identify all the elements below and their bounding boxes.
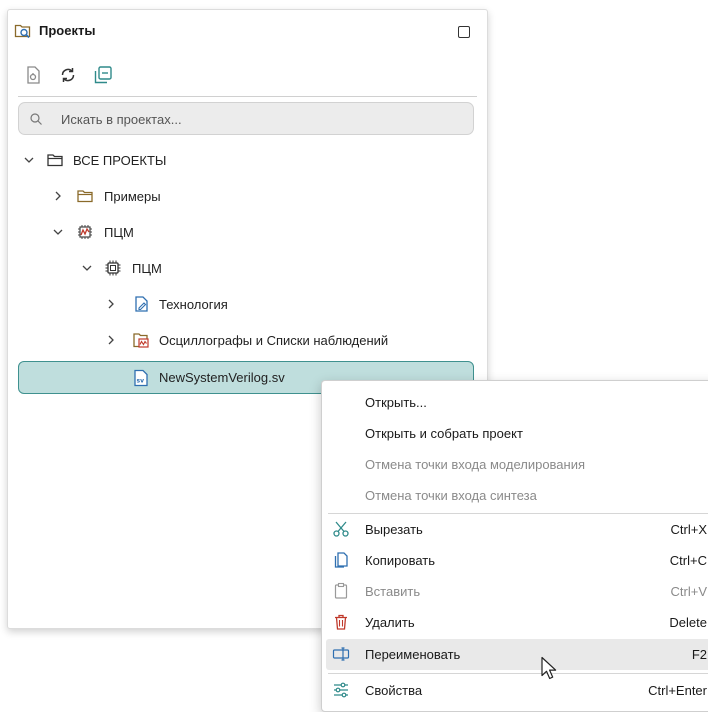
tree-item-pcm-chip[interactable]: ПЦМ — [8, 253, 487, 285]
menu-item-label: Копировать — [365, 553, 435, 568]
menu-item-shortcut: Ctrl+Enter — [648, 683, 707, 698]
menu-item-copy[interactable]: Копировать Ctrl+C — [322, 545, 708, 576]
menu-item-label: Отмена точки входа моделирования — [365, 457, 586, 472]
tree-item-label: NewSystemVerilog.sv — [159, 370, 285, 385]
menu-item-label: Свойства — [365, 683, 423, 698]
menu-item-label: Вставить — [365, 584, 421, 599]
refresh-icon[interactable] — [57, 64, 79, 86]
collapse-all-icon[interactable] — [92, 64, 114, 86]
sv-file-icon: sv — [134, 369, 148, 387]
menu-item-shortcut: Ctrl+X — [670, 522, 707, 537]
menu-item-shortcut: Ctrl+V — [670, 584, 707, 599]
fpga-project-icon — [78, 225, 92, 239]
menu-item-delete[interactable]: Удалить Delete — [322, 607, 708, 638]
folder-icon — [77, 190, 93, 203]
menu-item-cancel-synth-entry: Отмена точки входа синтеза — [322, 480, 708, 511]
menu-item-label: Вырезать — [365, 522, 423, 537]
menu-item-shortcut: Delete — [669, 615, 707, 630]
properties-icon — [334, 682, 348, 698]
tree-item-label: Технология — [159, 297, 228, 312]
menu-divider — [328, 673, 708, 674]
menu-item-label: Открыть и собрать проект — [365, 426, 523, 441]
project-search-icon — [14, 24, 31, 39]
scissors-icon — [333, 521, 349, 537]
chevron-down-icon[interactable] — [22, 153, 36, 167]
technology-doc-icon — [135, 296, 148, 312]
paste-icon — [334, 582, 348, 599]
menu-item-properties[interactable]: Свойства Ctrl+Enter — [322, 675, 708, 706]
menu-item-cancel-sim-entry: Отмена точки входа моделирования — [322, 449, 708, 480]
panel-toolbar — [8, 64, 487, 88]
menu-item-shortcut: Ctrl+C — [669, 553, 707, 568]
chevron-right-icon[interactable] — [104, 297, 118, 311]
rename-icon — [332, 647, 350, 661]
chevron-right-icon[interactable] — [51, 189, 65, 203]
tree-item-technology[interactable]: Технология — [8, 289, 487, 321]
menu-item-label: Переименовать — [365, 647, 461, 662]
folder-icon — [47, 154, 63, 167]
menu-item-open[interactable]: Открыть... — [322, 387, 708, 418]
tree-item-pcm-project[interactable]: ПЦМ — [8, 217, 487, 249]
menu-item-label: Удалить — [365, 615, 415, 630]
chevron-down-icon[interactable] — [51, 225, 65, 239]
menu-item-open-and-build[interactable]: Открыть и собрать проект — [322, 418, 708, 449]
search-input[interactable] — [59, 103, 463, 136]
tree-item-label: Осциллографы и Списки наблюдений — [159, 333, 389, 348]
search-icon — [30, 113, 42, 125]
project-search-box[interactable] — [18, 102, 474, 136]
menu-item-cut[interactable]: Вырезать Ctrl+X — [322, 514, 708, 545]
maximize-button[interactable] — [458, 26, 470, 38]
trash-icon — [335, 614, 347, 630]
oscilloscope-folder-icon — [133, 333, 149, 348]
toolbar-divider — [18, 96, 477, 97]
tree-item-label: ПЦМ — [132, 261, 162, 276]
menu-item-paste: Вставить Ctrl+V — [322, 576, 708, 607]
panel-header: Проекты — [8, 10, 487, 50]
chip-icon — [105, 260, 121, 276]
tree-item-label: ПЦМ — [104, 225, 134, 240]
context-menu: Открыть... Открыть и собрать проект Отме… — [321, 380, 708, 712]
tree-item-label: Примеры — [104, 189, 161, 204]
chevron-down-icon[interactable] — [80, 261, 94, 275]
svg-text:sv: sv — [137, 378, 145, 385]
new-file-icon[interactable] — [22, 64, 44, 86]
tree-item-all-projects[interactable]: ВСЕ ПРОЕКТЫ — [8, 145, 487, 177]
menu-item-shortcut: F2 — [691, 647, 707, 662]
panel-title: Проекты — [39, 23, 96, 38]
chevron-right-icon[interactable] — [104, 333, 118, 347]
mouse-cursor-icon — [541, 656, 557, 680]
tree-item-label: ВСЕ ПРОЕКТЫ — [73, 153, 167, 168]
menu-item-rename[interactable]: Переименовать F2 — [326, 639, 708, 670]
copy-icon — [334, 552, 348, 568]
tree-item-examples[interactable]: Примеры — [8, 181, 487, 213]
tree-item-oscilloscopes[interactable]: Осциллографы и Списки наблюдений — [8, 325, 487, 357]
menu-item-label: Открыть... — [365, 395, 427, 410]
menu-item-label: Отмена точки входа синтеза — [365, 488, 537, 503]
